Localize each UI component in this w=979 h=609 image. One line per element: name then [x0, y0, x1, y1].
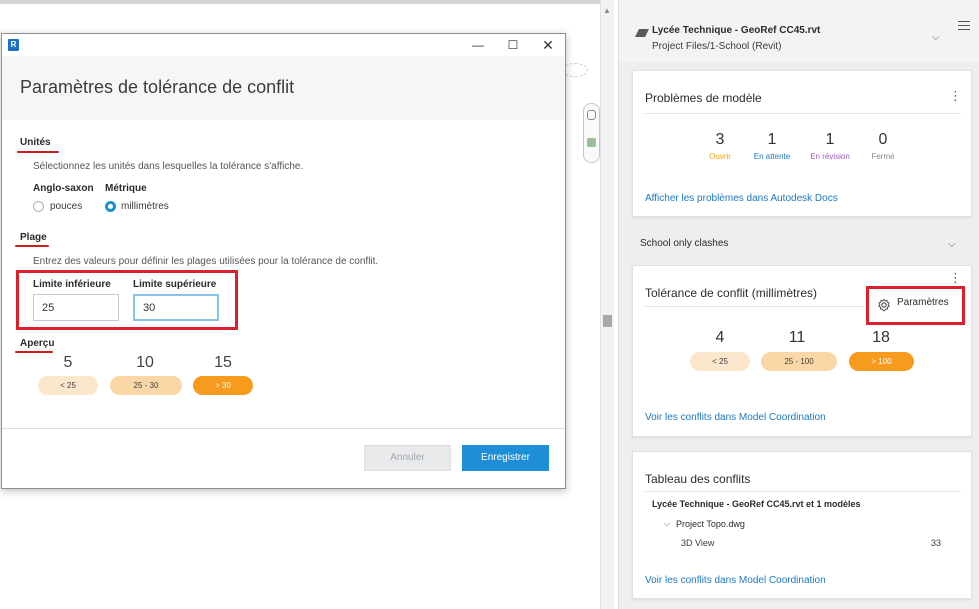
- vertical-scrollbar[interactable]: ▲: [600, 0, 614, 609]
- imperial-label: Anglo-saxon: [33, 183, 94, 194]
- preview-range-mid-badge: 25 - 30: [110, 376, 182, 395]
- millimeters-radio[interactable]: [105, 201, 116, 212]
- card-divider: [645, 491, 961, 492]
- tolerance-more-icon[interactable]: ⋮: [949, 271, 962, 284]
- parameters-button[interactable]: Paramètres: [897, 297, 949, 308]
- revit-app-icon: R: [8, 39, 19, 51]
- issues-review-label[interactable]: En révision: [800, 152, 860, 161]
- metric-label: Métrique: [105, 183, 147, 194]
- group-chevron-down-icon[interactable]: ⌵: [948, 239, 956, 250]
- units-description: Sélectionnez les unités dans lesquelles …: [33, 161, 304, 172]
- project-logo-icon: [635, 29, 649, 37]
- issues-pending-count[interactable]: 1: [742, 131, 802, 149]
- dialog-titlebar[interactable]: R — ☐ ✕: [2, 34, 565, 56]
- tolerance-range-mid-badge: 25 - 100: [761, 352, 837, 371]
- cancel-button[interactable]: Annuler: [364, 445, 451, 471]
- clash-table-view-count: 33: [931, 538, 942, 548]
- tolerance-count-low: 4: [715, 329, 725, 346]
- range-description: Entrez des valeurs pour définir les plag…: [33, 256, 379, 267]
- preview-range-low-badge: < 25: [38, 376, 98, 395]
- dialog-title: Paramètres de tolérance de conflit: [20, 77, 295, 97]
- millimeters-option-label[interactable]: millimètres: [121, 201, 169, 212]
- upper-limit-label: Limite supérieure: [133, 279, 217, 290]
- canvas-top-bar: [0, 0, 600, 4]
- view-clashes-link[interactable]: Voir les conflits dans Model Coordinatio…: [645, 412, 826, 423]
- steering-wheel-icon[interactable]: [587, 110, 596, 120]
- units-section-title: Unités: [20, 137, 51, 148]
- gear-icon[interactable]: [877, 298, 891, 312]
- card-divider: [645, 113, 961, 114]
- issues-open-count[interactable]: 3: [690, 131, 750, 149]
- tree-chevron-down-icon[interactable]: ⌵: [664, 519, 670, 529]
- model-issues-card: Problèmes de modèle ⋮ 3 Ouvrir 1 En atte…: [632, 70, 972, 217]
- lower-limit-label: Limite inférieure: [33, 279, 111, 290]
- preview-section-title: Aperçu: [20, 338, 55, 349]
- tolerance-range-high-badge: > 100: [849, 352, 914, 371]
- clash-table-card: Tableau des conflits Lycée Technique - G…: [632, 451, 972, 599]
- model-issues-more-icon[interactable]: ⋮: [949, 89, 962, 102]
- units-annotation-underline: [17, 151, 59, 153]
- menu-icon[interactable]: [958, 21, 970, 33]
- card-divider: [645, 306, 865, 307]
- clash-table-view-label[interactable]: 3D View: [681, 538, 714, 548]
- clash-table-topo-row[interactable]: Project Topo.dwg: [676, 519, 745, 529]
- project-name: Lycée Technique - GeoRef CC45.rvt: [652, 25, 821, 36]
- inches-radio[interactable]: [33, 201, 44, 212]
- scroll-up-arrow-icon[interactable]: ▲: [603, 6, 611, 15]
- model-issues-title: Problèmes de modèle: [645, 91, 762, 105]
- clash-group-label[interactable]: School only clashes: [640, 238, 728, 249]
- clash-tolerance-settings-dialog: R — ☐ ✕ Paramètres de tolérance de confl…: [1, 33, 566, 489]
- preview-range-high-badge: > 30: [193, 376, 253, 395]
- inches-option-label[interactable]: pouces: [50, 201, 82, 212]
- close-button[interactable]: ✕: [532, 36, 564, 54]
- issues-closed-label[interactable]: Fermé: [853, 152, 913, 161]
- zoom-icon[interactable]: [587, 138, 596, 147]
- view-clashes-link[interactable]: Voir les conflits dans Model Coordinatio…: [645, 575, 826, 586]
- range-annotation-underline: [15, 245, 49, 247]
- dialog-footer-divider: [2, 428, 565, 429]
- range-section-title: Plage: [20, 232, 47, 243]
- view-issues-link[interactable]: Afficher les problèmes dans Autodesk Doc…: [645, 193, 838, 204]
- project-chevron-down-icon[interactable]: ⌵: [932, 32, 940, 43]
- maximize-button[interactable]: ☐: [497, 36, 529, 54]
- save-button[interactable]: Enregistrer: [462, 445, 549, 471]
- clash-table-model-row[interactable]: Lycée Technique - GeoRef CC45.rvt et 1 m…: [652, 499, 861, 509]
- navigation-bar[interactable]: [583, 103, 600, 163]
- clash-table-title: Tableau des conflits: [645, 472, 751, 486]
- preview-annotation-underline: [15, 351, 53, 353]
- tolerance-count-mid: 11: [788, 329, 806, 346]
- upper-limit-input[interactable]: [133, 294, 219, 321]
- issues-pending-label[interactable]: En attente: [742, 152, 802, 161]
- tolerance-count-high: 18: [872, 329, 890, 346]
- minimize-button[interactable]: —: [462, 36, 494, 54]
- clash-tolerance-title: Tolérance de conflit (millimètres): [645, 286, 818, 300]
- issues-closed-count[interactable]: 0: [853, 131, 913, 149]
- scroll-thumb[interactable]: [603, 315, 612, 327]
- preview-count-mid: 10: [136, 354, 154, 371]
- project-path: Project Files/1-School (Revit): [652, 41, 782, 52]
- lower-limit-input[interactable]: [33, 294, 119, 321]
- preview-count-low: 5: [63, 354, 73, 371]
- preview-count-high: 15: [214, 354, 232, 371]
- project-header[interactable]: Lycée Technique - GeoRef CC45.rvt Projec…: [619, 0, 979, 62]
- tolerance-range-low-badge: < 25: [690, 352, 750, 371]
- issues-review-count[interactable]: 1: [800, 131, 860, 149]
- issues-open-label[interactable]: Ouvrir: [690, 152, 750, 161]
